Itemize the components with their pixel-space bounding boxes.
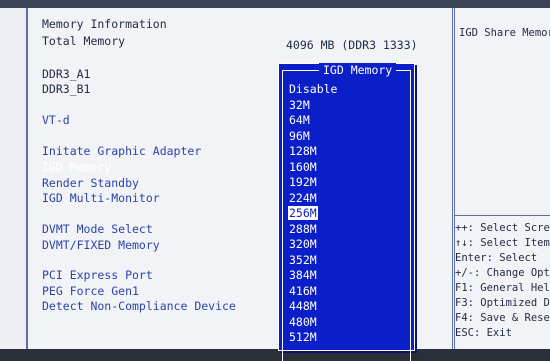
popup-option[interactable]: 384M — [289, 268, 317, 282]
popup-option[interactable]: 64M — [289, 113, 310, 127]
popup-option[interactable]: Disable — [289, 82, 337, 96]
top-bar — [0, 0, 550, 8]
dvmt-mode-select-setting[interactable]: DVMT Mode Select — [42, 222, 153, 236]
key-hint: F3: Optimized De — [455, 297, 550, 309]
popup-option[interactable]: 416M — [289, 284, 317, 298]
initiate-graphic-adapter-setting[interactable]: Initate Graphic Adapter — [42, 144, 201, 158]
igd-multi-monitor-setting[interactable]: IGD Multi-Monitor — [42, 191, 160, 205]
popup-option[interactable]: 288M — [289, 222, 317, 236]
ddr3-a1-label: DDR3_A1 — [42, 67, 91, 81]
popup-option[interactable]: 128M — [289, 144, 317, 158]
key-hint: F1: General Help — [455, 282, 550, 294]
popup-option[interactable]: 320M — [289, 237, 317, 251]
popup-option[interactable]: 480M — [289, 315, 317, 329]
vt-d-setting[interactable]: VT-d — [42, 113, 70, 127]
help-side-panel: IGD Share Memor ++: Select Scree ↑↓: Sel… — [454, 8, 550, 349]
popup-title: IGD Memory — [319, 63, 397, 77]
key-hint: Enter: Select — [455, 252, 538, 264]
key-hint: F4: Save & Reset — [455, 312, 550, 324]
key-hint: ++: Select Scree — [455, 222, 550, 234]
popup-option[interactable]: 256M — [288, 206, 318, 220]
pci-express-port-setting[interactable]: PCI Express Port — [42, 268, 153, 282]
key-hint: ESC: Exit — [455, 327, 512, 339]
popup-option[interactable]: 224M — [289, 191, 317, 205]
ddr3-b1-label: DDR3_B1 — [42, 82, 91, 96]
popup-option[interactable]: 192M — [289, 175, 317, 189]
help-title: IGD Share Memor — [459, 27, 550, 39]
key-hint: ↑↓: Select Item — [455, 237, 550, 249]
popup-option[interactable]: 512M — [289, 330, 317, 344]
memory-information-heading: Memory Information — [42, 17, 167, 31]
detect-non-compliance-setting[interactable]: Detect Non-Compliance Device — [42, 299, 236, 313]
total-memory-value: 4096 MB (DDR3 1333) — [286, 38, 418, 52]
popup-option[interactable]: 160M — [289, 160, 317, 174]
dvmt-fixed-memory-setting[interactable]: DVMT/FIXED Memory — [42, 238, 160, 252]
popup-option[interactable]: 448M — [289, 299, 317, 313]
bios-screen: Memory Information Total Memory 4096 MB … — [0, 0, 550, 361]
popup-option[interactable]: 32M — [289, 98, 310, 112]
peg-force-gen1-setting[interactable]: PEG Force Gen1 — [42, 284, 139, 298]
key-hint: +/-: Change Opt. — [455, 267, 550, 279]
side-divider — [455, 215, 550, 216]
total-memory-label: Total Memory — [42, 34, 126, 48]
igd-memory-popup[interactable]: IGD Memory Disable 32M 64M 96M 128M 160M 192M 2… — [278, 63, 415, 361]
popup-option[interactable]: 352M — [289, 253, 317, 267]
popup-option[interactable]: 96M — [289, 129, 310, 143]
render-standby-setting[interactable]: Render Standby — [42, 176, 139, 190]
igd-memory-setting[interactable]: IGD Memory — [42, 160, 111, 174]
